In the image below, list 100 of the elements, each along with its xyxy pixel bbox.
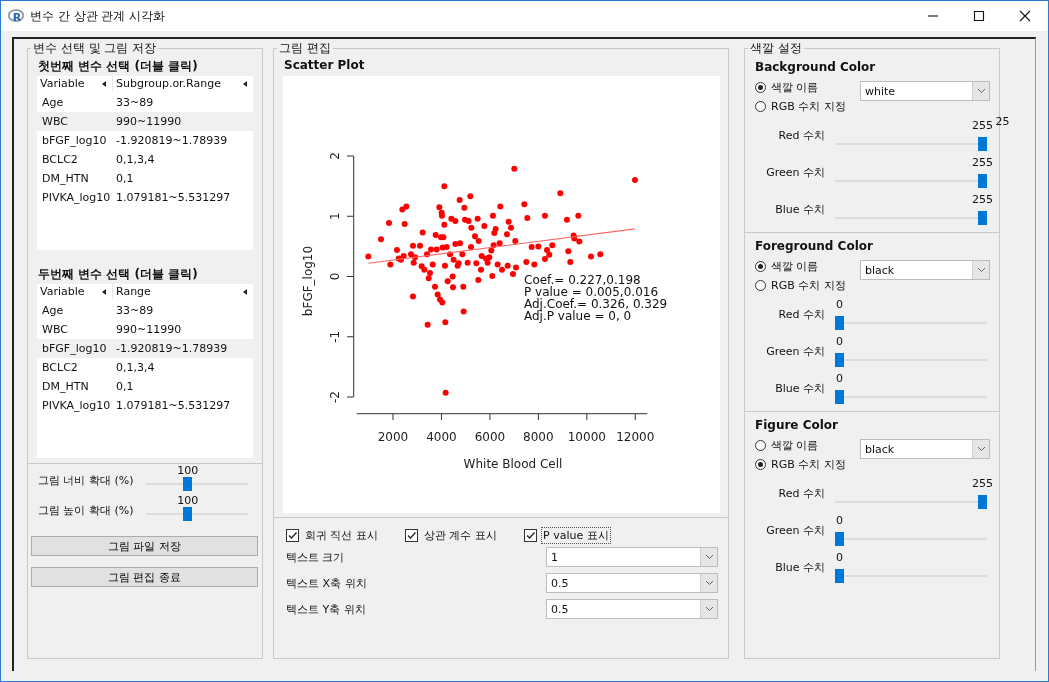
scatter-point [442,319,449,326]
slider-value: 255 [972,477,993,490]
option-label: 텍스트 크기 [286,549,346,565]
slider-value: 100 [177,494,199,507]
slider-value: 0 [836,298,843,311]
group-title: 색깔 설정 [749,42,803,54]
slider-value: 100 [177,464,199,477]
section-heading: 두번째 변수 선택 (더블 클릭) [37,266,199,283]
slider-thumb[interactable] [978,495,987,509]
table-cell-text: DM_HTN [41,380,90,393]
slider-label: Red 수치 [777,128,825,144]
slider-label: 그림 높이 확대 (%) [38,503,135,519]
annotation-text: Adj.Coef.= 0.326, 0.329 [524,296,668,311]
axis-tick-label: 1 [327,212,342,221]
radio-label: 색깔 이름 [771,438,819,453]
checkbox-label[interactable]: 회귀 직선 표시 [303,526,380,544]
slider-thumb[interactable] [978,174,987,188]
radio-button[interactable] [755,459,766,470]
table-cell-text: Age [41,304,65,317]
slider-label: Blue 수치 [774,202,825,218]
scatter-point [475,277,482,284]
slider-label: Red 수치 [777,486,825,502]
table-cell-text: PIVKA_log10 [41,399,112,412]
table-cell-text: 1.079181~5.531297 [115,191,231,204]
table-cell-text: 33~89 [115,304,154,317]
table-cell-text: PIVKA_log10 [41,191,112,204]
slider-thumb[interactable] [978,137,987,151]
close-icon[interactable] [1017,8,1033,24]
section-heading: Foreground Color [754,238,874,255]
dropdown[interactable]: black [860,260,990,280]
checkbox-label[interactable]: 상관 계수 표시 [422,526,499,544]
sort-arrow-icon [102,288,106,295]
slider-thumb[interactable] [183,477,193,491]
slider-value: 255 [972,119,993,132]
plot-title: Scatter Plot [283,57,366,74]
checkbox[interactable] [286,528,299,542]
slider-thumb[interactable] [978,211,987,225]
table-cell-text: WBC [41,323,69,336]
scatter-point [565,248,572,255]
window-title: 변수 간 상관 관계 시각화 [30,7,166,25]
dropdown[interactable]: black [860,439,990,459]
slider-label: Blue 수치 [774,560,825,576]
option-label: 텍스트 X축 위치 [286,575,368,591]
slider-thumb[interactable] [835,532,844,546]
slider-thumb[interactable] [835,316,844,330]
table-cell-text: BCLC2 [41,361,79,374]
axis-title: White Blood Cell [463,457,563,471]
radio-button[interactable] [755,440,766,451]
table-cell-text: WBC [41,115,69,128]
button[interactable]: 그림 편집 종료 [31,567,258,587]
scatter-point [410,293,416,300]
table-cell-text: 33~89 [115,96,154,109]
scatter-point [442,262,448,269]
scatter-point [524,215,531,222]
dropdown[interactable]: 0.5 [546,573,718,593]
section-heading: Figure Color [754,417,839,434]
radio-button[interactable] [755,280,766,291]
app-icon: R [8,9,24,23]
dropdown[interactable]: 1 [546,547,718,567]
slider-value: 255 [972,193,993,206]
section-heading: Background Color [754,59,877,76]
column-header[interactable]: Variable [37,284,113,299]
option-label: 텍스트 Y축 위치 [286,601,367,617]
button[interactable]: 그림 파일 저장 [31,536,258,556]
table-cell-text: 990~11990 [115,323,182,336]
table-cell-text: bFGF_log10 [41,134,108,147]
scatter-point [489,212,496,219]
column-header[interactable]: Variable [37,76,113,91]
column-header[interactable]: Range [113,284,253,299]
slider-value: 0 [836,514,843,527]
slider-thumb[interactable] [835,569,844,583]
column-header[interactable]: Subgroup.or.Range [113,76,253,91]
radio-button[interactable] [755,261,766,272]
group-title: 변수 선택 및 그림 저장 [32,42,158,54]
table-row[interactable]: WBC 990~11990 [37,112,253,131]
checkbox[interactable] [524,528,537,542]
checkbox[interactable] [405,528,418,542]
scatter-point [521,201,528,208]
maximize-icon[interactable] [971,8,987,24]
slider-thumb[interactable] [835,390,844,404]
slider-thumb[interactable] [835,353,844,367]
table-cell-text: -1.920819~1.78939 [115,342,228,355]
dropdown[interactable]: 0.5 [546,599,718,619]
radio-label: RGB 수치 지정 [771,278,846,293]
scatter-point [386,219,392,226]
checkbox-label[interactable]: P value 표시 [541,526,611,544]
axis-tick-label: 2000 [377,430,409,444]
radio-label: RGB 수치 지정 [771,457,846,472]
slider-value: 255 [972,156,993,169]
radio-button[interactable] [755,82,766,93]
radio-label: 색깔 이름 [771,259,819,274]
slider-thumb[interactable] [183,507,193,521]
dropdown[interactable]: white [860,81,990,101]
axis-tick-label: 2 [327,152,342,160]
slider-label: Blue 수치 [774,381,825,397]
table-row[interactable]: bFGF_log10 -1.920819~1.78939 [37,339,253,358]
axis-tick-label: 8000 [523,430,554,444]
scatter-point [575,212,582,219]
annotation-text: P value = 0.005,0.016 [524,284,659,299]
radio-button[interactable] [755,101,766,112]
